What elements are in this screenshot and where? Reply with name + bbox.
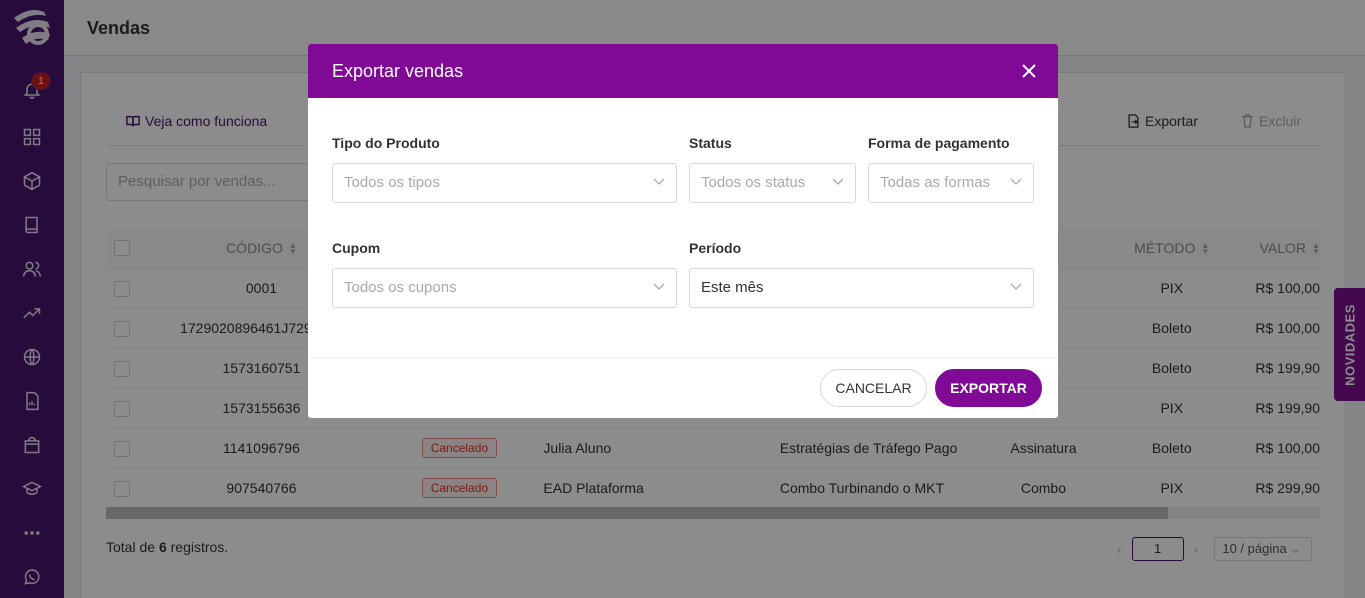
export-sales-modal: Exportar vendas Tipo do Produto Todos os… (308, 44, 1058, 418)
coupon-select[interactable]: Todos os cupons (332, 268, 677, 308)
cancel-button[interactable]: CANCELAR (820, 369, 927, 407)
export-submit-button[interactable]: EXPORTAR (935, 369, 1042, 407)
close-icon[interactable] (1020, 62, 1038, 80)
period-label: Período (689, 240, 742, 256)
modal-footer-divider (308, 357, 1058, 358)
chevron-down-icon (1010, 178, 1022, 186)
chevron-down-icon (653, 283, 665, 291)
payment-method-select[interactable]: Todas as formas (868, 163, 1034, 203)
coupon-label: Cupom (332, 240, 381, 256)
modal-header: Exportar vendas (308, 44, 1058, 98)
chevron-down-icon (1010, 283, 1022, 291)
modal-title: Exportar vendas (332, 61, 464, 81)
payment-method-label: Forma de pagamento (868, 135, 1010, 151)
status-select[interactable]: Todos os status (689, 163, 856, 203)
chevron-down-icon (832, 178, 844, 186)
status-label: Status (689, 135, 732, 151)
product-type-label: Tipo do Produto (332, 135, 440, 151)
chevron-down-icon (653, 178, 665, 186)
product-type-select[interactable]: Todos os tipos (332, 163, 677, 203)
period-select[interactable]: Este mês (689, 268, 1034, 308)
